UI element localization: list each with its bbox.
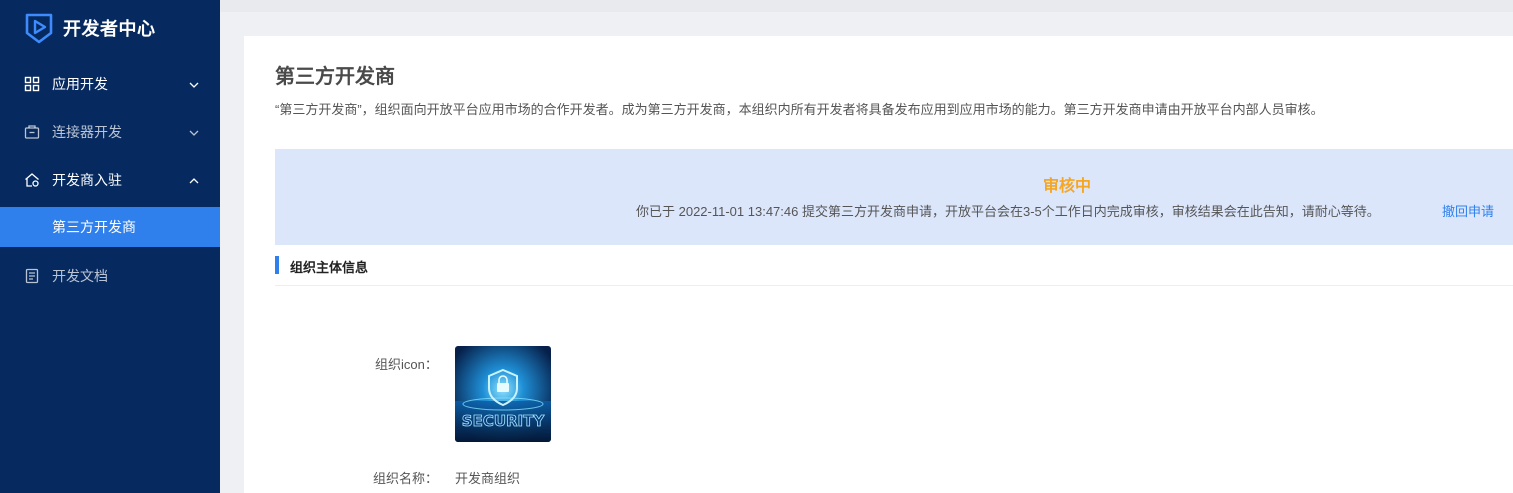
org-name-value: 开发商组织: [455, 471, 521, 486]
connector-box-icon: [24, 124, 40, 140]
sidebar-item-label: 连接器开发: [52, 124, 122, 140]
app-logo[interactable]: 开发者中心: [24, 12, 156, 44]
sidebar: 开发者中心 应用开发 连接器开发 开发商入驻 第三方开发商 开发文档: [0, 0, 220, 493]
withdraw-application-link[interactable]: 撤回申请: [1442, 201, 1494, 220]
page-description: “第三方开发商”，组织面向开放平台应用市场的合作开发者。成为第三方开发商，本组织…: [275, 102, 1324, 117]
chevron-down-icon: [188, 78, 200, 90]
section-divider: [275, 285, 1513, 286]
app-title: 开发者中心: [63, 19, 156, 39]
sidebar-item-label: 第三方开发商: [52, 219, 136, 235]
home-gear-icon: [24, 172, 40, 188]
sidebar-item-third-party-developer[interactable]: 第三方开发商: [0, 207, 220, 247]
document-icon: [24, 268, 40, 284]
org-icon-image-text: SECURITY: [462, 412, 546, 430]
chevron-up-icon: [188, 174, 200, 186]
review-status-title: 审核中: [1043, 178, 1092, 195]
logo-icon: [25, 13, 53, 44]
sidebar-item-developer-onboarding[interactable]: 开发商入驻: [0, 160, 220, 200]
chevron-down-icon: [188, 126, 200, 138]
section-marker: [275, 256, 279, 274]
page-title: 第三方开发商: [275, 66, 395, 88]
org-icon-label: 组织icon：: [375, 357, 438, 372]
org-icon-image: SECURITY: [455, 346, 551, 442]
top-strip: [220, 0, 1513, 12]
sidebar-item-label: 应用开发: [52, 76, 108, 92]
sidebar-item-app-dev[interactable]: 应用开发: [0, 64, 220, 104]
sidebar-item-label: 开发文档: [52, 268, 108, 284]
section-title: 组织主体信息: [290, 260, 369, 275]
review-status-banner: [275, 149, 1513, 245]
grid-icon: [24, 76, 40, 92]
sidebar-item-connector-dev[interactable]: 连接器开发: [0, 112, 220, 152]
review-status-message: 你已于 2022-11-01 13:47:46 提交第三方开发商申请，开放平台会…: [636, 204, 1380, 219]
sidebar-item-dev-docs[interactable]: 开发文档: [0, 256, 220, 296]
sidebar-item-label: 开发商入驻: [52, 172, 122, 188]
org-name-label: 组织名称：: [373, 471, 439, 486]
